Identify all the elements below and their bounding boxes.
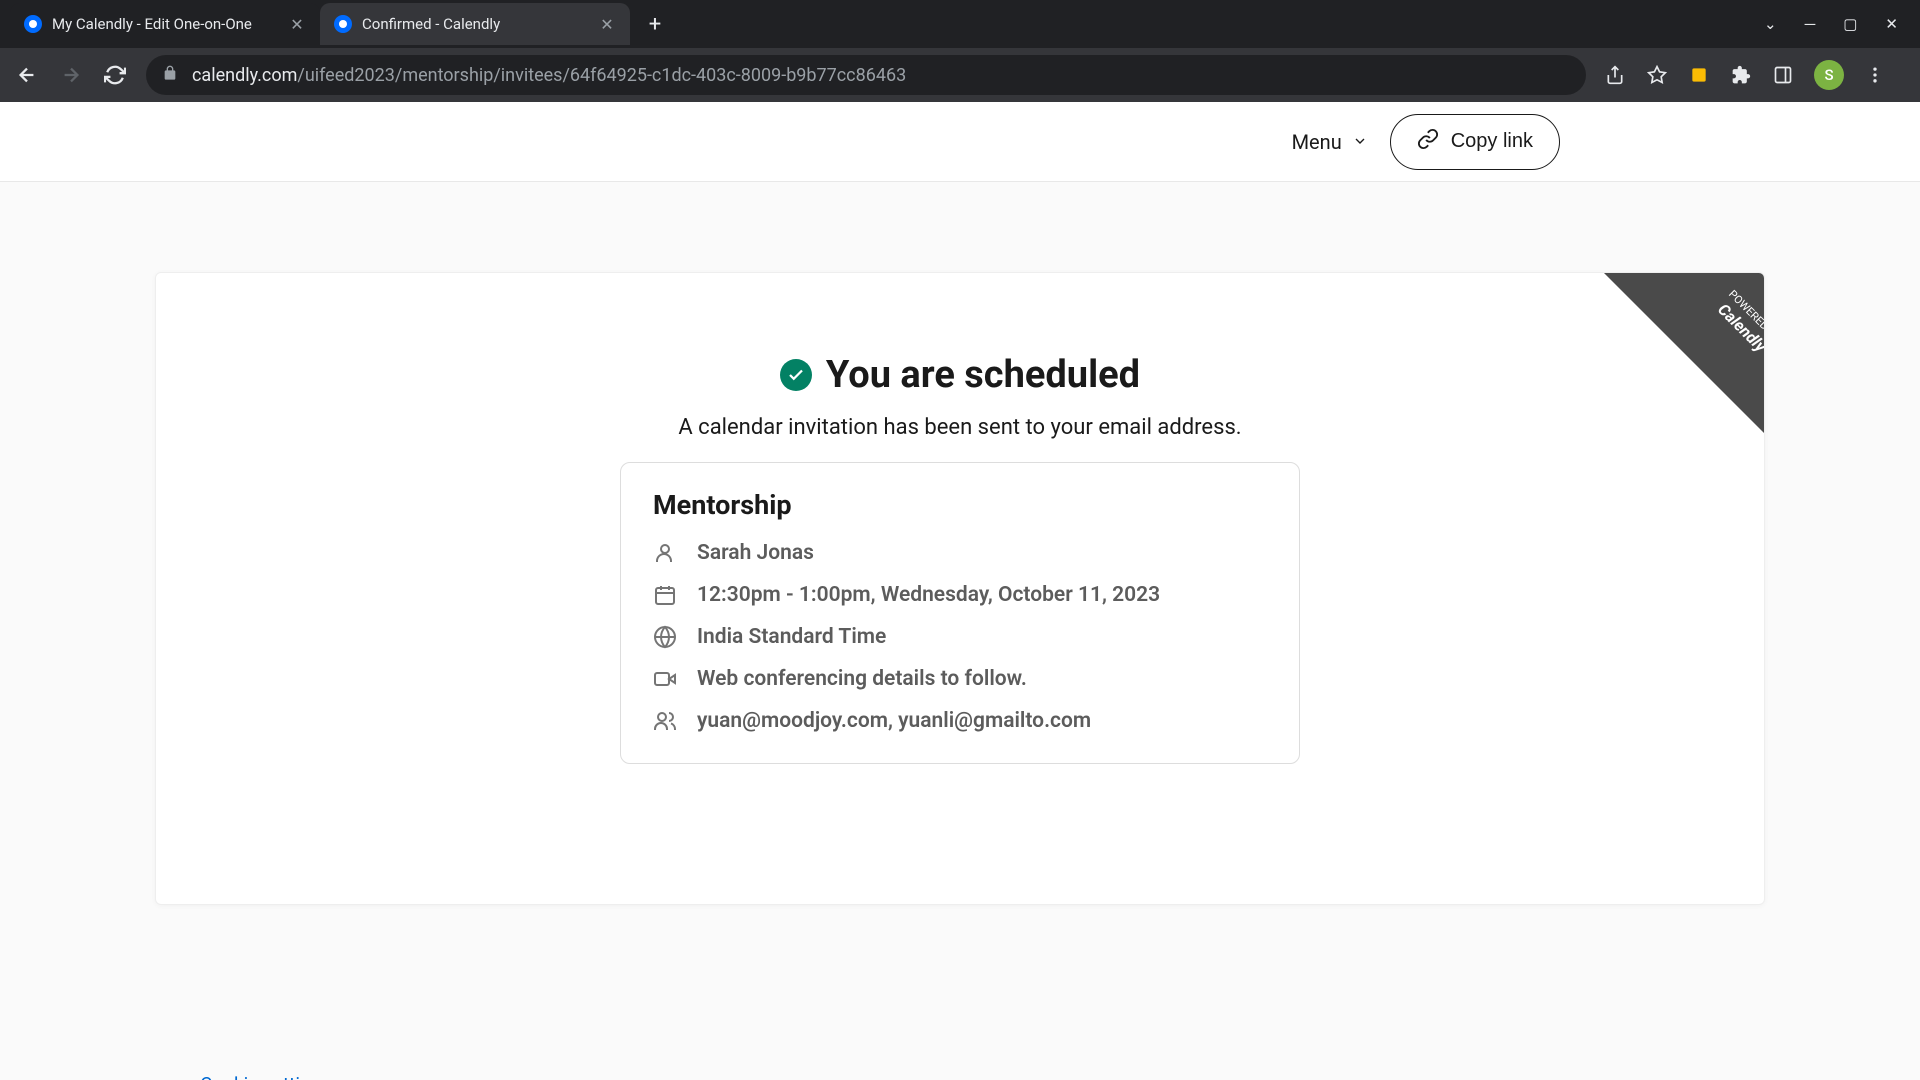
- calendly-favicon: [24, 15, 42, 33]
- host-name: Sarah Jonas: [697, 541, 814, 565]
- datetime-row: 12:30pm - 1:00pm, Wednesday, October 11,…: [653, 583, 1267, 607]
- page-header: Menu Copy link: [0, 102, 1920, 182]
- toolbar-right: S: [1604, 60, 1892, 90]
- tab-title: Confirmed - Calendly: [362, 15, 588, 33]
- url-text: calendly.com/uifeed2023/mentorship/invit…: [192, 65, 906, 86]
- tab-bar: My Calendly - Edit One-on-One ✕ Confirme…: [0, 0, 1920, 48]
- globe-icon: [653, 625, 677, 649]
- calendar-icon: [653, 583, 677, 607]
- minimize-icon[interactable]: ─: [1805, 15, 1816, 33]
- check-circle-icon: [780, 359, 812, 391]
- profile-avatar[interactable]: S: [1814, 60, 1844, 90]
- page-viewport: Menu Copy link POWERED BY Calendly: [0, 102, 1920, 1080]
- page-body: POWERED BY Calendly You are scheduled A …: [0, 182, 1920, 1080]
- tab-title: My Calendly - Edit One-on-One: [52, 15, 278, 33]
- scheduled-title: You are scheduled: [216, 353, 1704, 397]
- new-tab-button[interactable]: +: [638, 7, 672, 41]
- copy-link-button[interactable]: Copy link: [1390, 114, 1560, 170]
- tabs-dropdown-icon[interactable]: ⌄: [1764, 15, 1777, 33]
- event-details-box: Mentorship Sarah Jonas 12:30pm - 1:00pm,…: [620, 462, 1300, 764]
- close-window-icon[interactable]: ✕: [1885, 15, 1898, 33]
- host-row: Sarah Jonas: [653, 541, 1267, 565]
- confirmation-subtitle: A calendar invitation has been sent to y…: [216, 415, 1704, 440]
- link-icon: [1417, 128, 1439, 156]
- star-icon[interactable]: [1646, 64, 1668, 86]
- guests-row: yuan@moodjoy.com, yuanli@gmailto.com: [653, 709, 1267, 733]
- extensions-icon[interactable]: [1730, 64, 1752, 86]
- forward-button[interactable]: [58, 62, 84, 88]
- maximize-icon[interactable]: ▢: [1843, 15, 1857, 33]
- close-icon[interactable]: ✕: [288, 15, 306, 33]
- back-button[interactable]: [14, 62, 40, 88]
- event-datetime: 12:30pm - 1:00pm, Wednesday, October 11,…: [697, 583, 1160, 607]
- copy-link-label: Copy link: [1451, 130, 1533, 153]
- menu-label: Menu: [1292, 130, 1342, 154]
- confirmation-card: POWERED BY Calendly You are scheduled A …: [155, 272, 1765, 905]
- tab-confirmed[interactable]: Confirmed - Calendly ✕: [320, 3, 630, 45]
- cookie-settings-link[interactable]: Cookie settings: [200, 1073, 331, 1080]
- sidepanel-icon[interactable]: [1772, 64, 1794, 86]
- browser-toolbar: calendly.com/uifeed2023/mentorship/invit…: [0, 48, 1920, 102]
- tab-my-calendly[interactable]: My Calendly - Edit One-on-One ✕: [10, 3, 320, 45]
- lock-icon: [162, 65, 178, 85]
- browser-chrome: My Calendly - Edit One-on-One ✕ Confirme…: [0, 0, 1920, 102]
- people-icon: [653, 709, 677, 733]
- extension-notif-icon[interactable]: [1688, 64, 1710, 86]
- address-bar[interactable]: calendly.com/uifeed2023/mentorship/invit…: [146, 55, 1586, 95]
- menu-button[interactable]: Menu: [1292, 130, 1368, 154]
- event-guests: yuan@moodjoy.com, yuanli@gmailto.com: [697, 709, 1091, 733]
- share-icon[interactable]: [1604, 64, 1626, 86]
- timezone-row: India Standard Time: [653, 625, 1267, 649]
- calendly-favicon: [334, 15, 352, 33]
- location-row: Web conferencing details to follow.: [653, 667, 1267, 691]
- event-timezone: India Standard Time: [697, 625, 886, 649]
- close-icon[interactable]: ✕: [598, 15, 616, 33]
- reload-button[interactable]: [102, 62, 128, 88]
- person-icon: [653, 541, 677, 565]
- event-location: Web conferencing details to follow.: [697, 667, 1027, 691]
- kebab-menu-icon[interactable]: [1864, 64, 1886, 86]
- window-controls: ⌄ ─ ▢ ✕: [1764, 15, 1920, 33]
- video-icon: [653, 667, 677, 691]
- chevron-down-icon: [1352, 130, 1368, 154]
- event-name: Mentorship: [653, 489, 1267, 521]
- page-title: You are scheduled: [826, 353, 1140, 397]
